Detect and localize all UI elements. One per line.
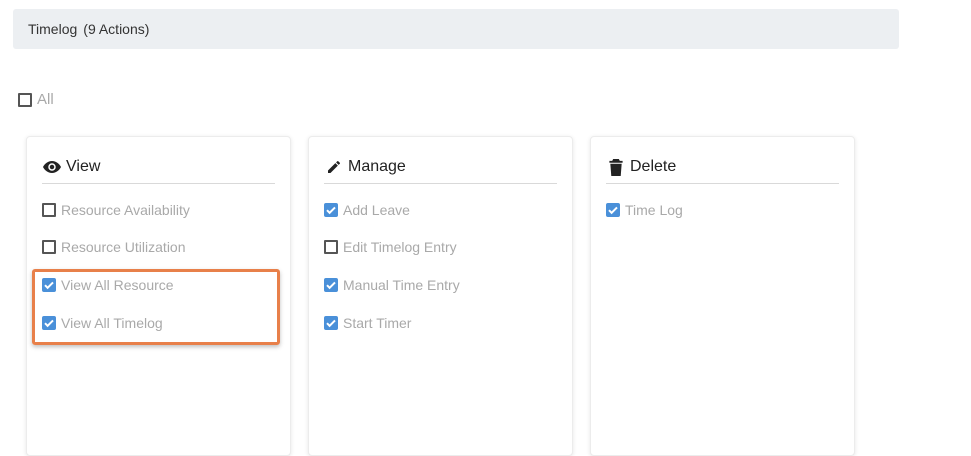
perm-label: Resource Availability bbox=[61, 202, 190, 218]
pencil-icon bbox=[324, 157, 344, 177]
checkbox[interactable] bbox=[42, 240, 56, 254]
manage-permissions-card: Manage Add Leave Edit Timelog Entry Manu… bbox=[308, 136, 573, 456]
checkmark-icon bbox=[608, 206, 618, 215]
perm-label: Add Leave bbox=[343, 202, 410, 218]
perm-label: View All Timelog bbox=[61, 315, 163, 331]
checkmark-icon bbox=[44, 319, 54, 328]
checkbox[interactable] bbox=[42, 203, 56, 217]
perm-manual-time-entry[interactable]: Manual Time Entry bbox=[324, 277, 460, 293]
perm-label: Start Timer bbox=[343, 315, 412, 331]
perm-start-timer[interactable]: Start Timer bbox=[324, 315, 411, 331]
checkmark-icon bbox=[326, 206, 336, 215]
section-title: Timelog bbox=[28, 21, 78, 37]
delete-card-title: Delete bbox=[606, 151, 839, 184]
perm-add-leave[interactable]: Add Leave bbox=[324, 202, 410, 218]
perm-label: Time Log bbox=[625, 202, 683, 218]
checkmark-icon bbox=[326, 319, 336, 328]
checkbox-checked[interactable] bbox=[324, 278, 338, 292]
manage-title-text: Manage bbox=[348, 158, 406, 175]
perm-view-all-resource[interactable]: View All Resource bbox=[42, 277, 174, 293]
perm-edit-timelog-entry[interactable]: Edit Timelog Entry bbox=[324, 239, 457, 255]
checkbox-checked[interactable] bbox=[42, 278, 56, 292]
checkbox[interactable] bbox=[324, 240, 338, 254]
checkbox-checked[interactable] bbox=[324, 203, 338, 217]
perm-resource-utilization[interactable]: Resource Utilization bbox=[42, 239, 186, 255]
manage-card-title: Manage bbox=[324, 151, 557, 184]
trash-icon bbox=[606, 157, 626, 177]
delete-title-text: Delete bbox=[630, 158, 677, 175]
perm-time-log[interactable]: Time Log bbox=[606, 202, 683, 218]
delete-permissions-card: Delete Time Log bbox=[590, 136, 855, 456]
perm-label: Edit Timelog Entry bbox=[343, 239, 457, 255]
select-all-label: All bbox=[37, 91, 54, 108]
checkbox-checked[interactable] bbox=[42, 316, 56, 330]
perm-label: View All Resource bbox=[61, 277, 174, 293]
view-card-title: View bbox=[42, 151, 275, 184]
perm-label: Resource Utilization bbox=[61, 239, 186, 255]
select-all-row[interactable]: All bbox=[18, 91, 54, 108]
action-count: (9 Actions) bbox=[83, 21, 150, 37]
perm-label: Manual Time Entry bbox=[343, 277, 460, 293]
checkmark-icon bbox=[44, 281, 54, 290]
section-header[interactable]: Timelog (9 Actions) bbox=[13, 9, 899, 49]
checkbox-checked[interactable] bbox=[324, 316, 338, 330]
select-all-checkbox[interactable] bbox=[18, 92, 32, 107]
perm-resource-availability[interactable]: Resource Availability bbox=[42, 202, 190, 218]
view-permissions-card: View Resource Availability Resource Util… bbox=[26, 136, 291, 456]
checkbox-checked[interactable] bbox=[606, 203, 620, 217]
perm-view-all-timelog[interactable]: View All Timelog bbox=[42, 315, 163, 331]
checkmark-icon bbox=[326, 281, 336, 290]
eye-icon bbox=[42, 157, 62, 177]
view-title-text: View bbox=[66, 158, 101, 175]
